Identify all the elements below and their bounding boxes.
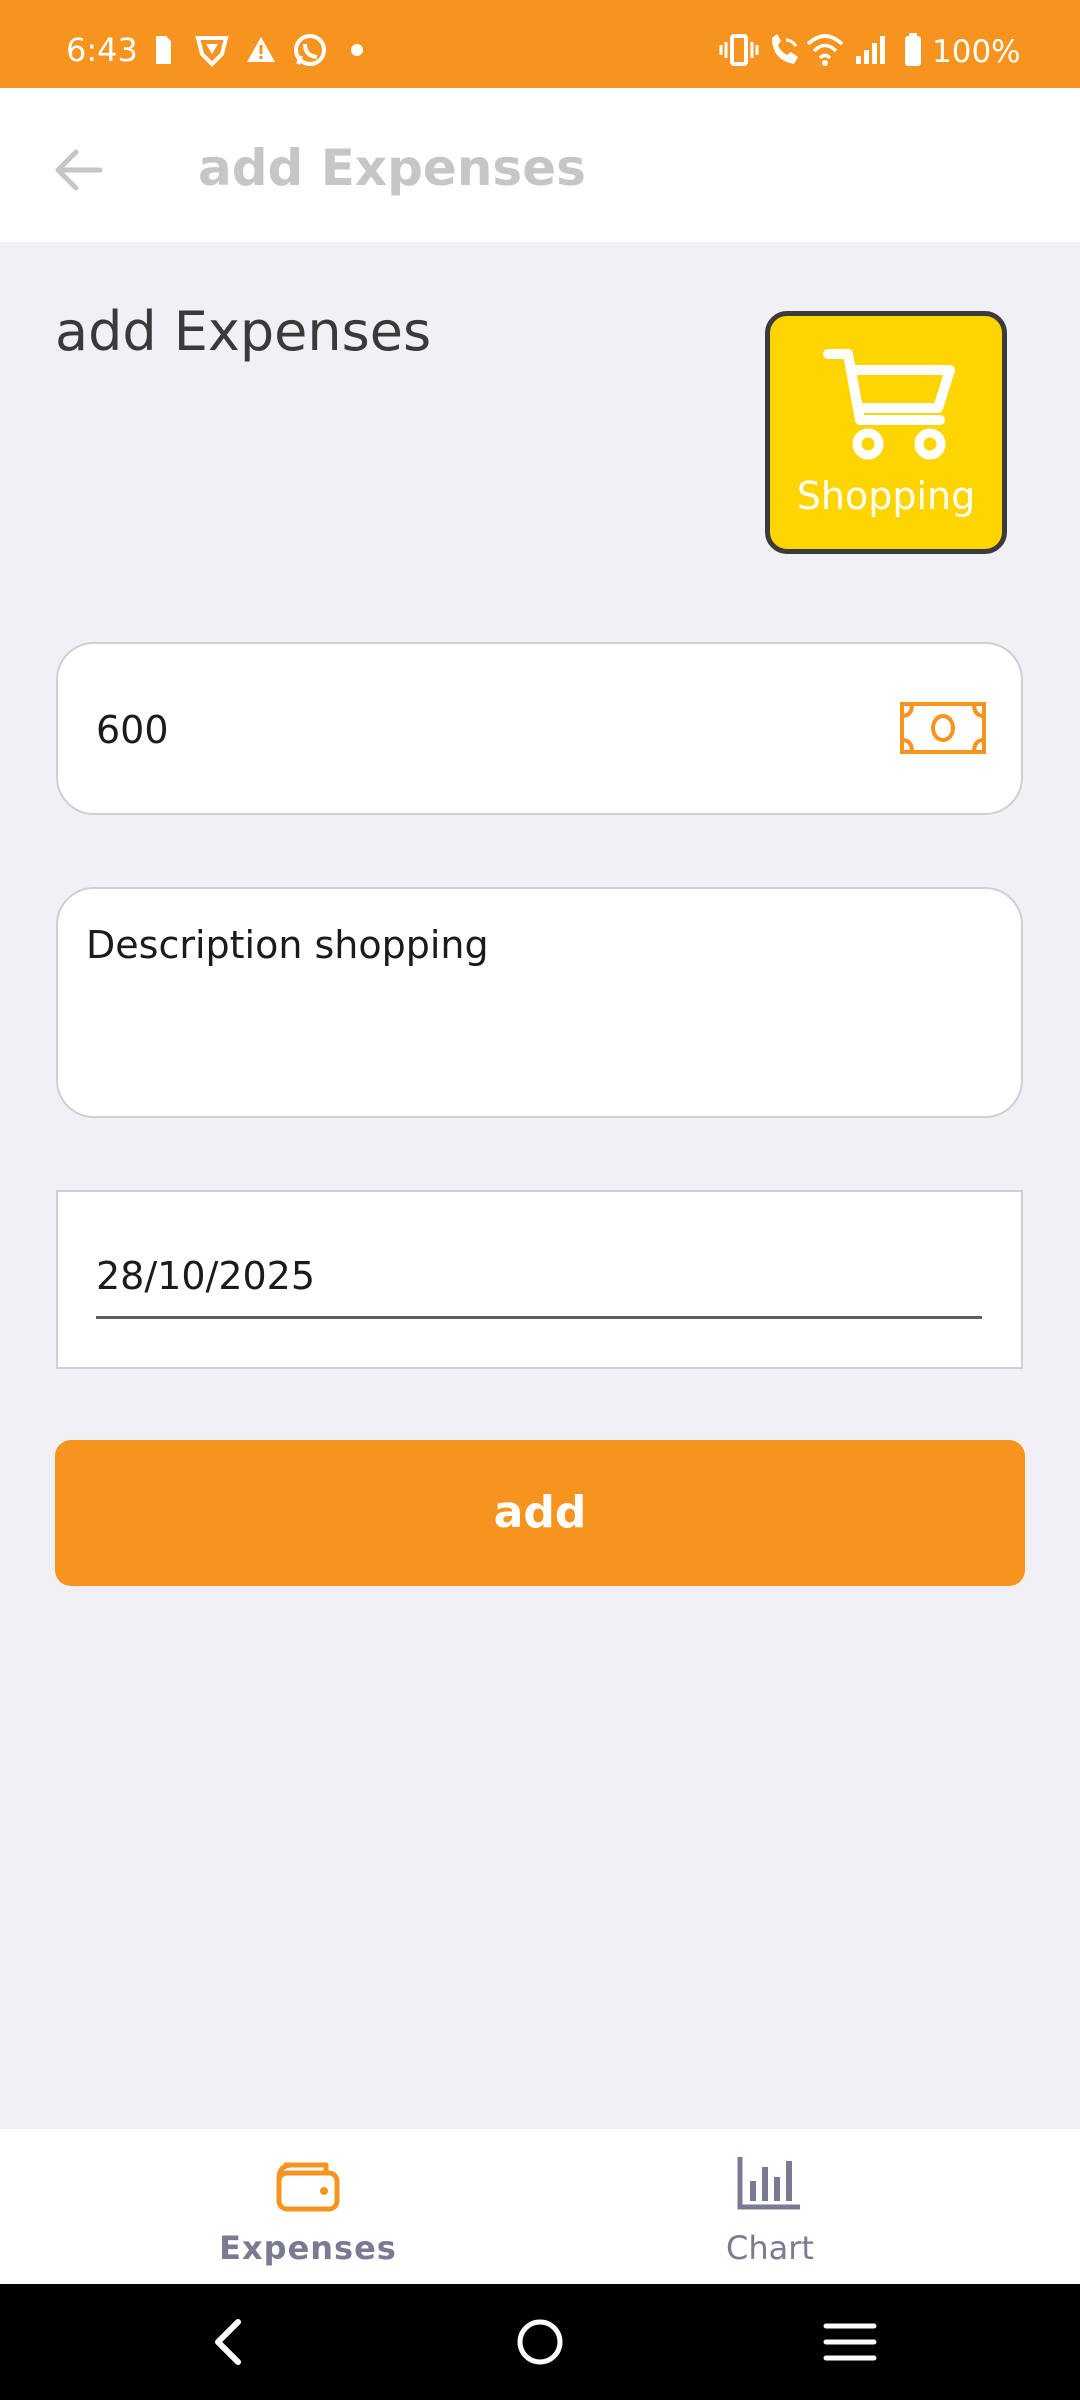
page-title: add Expenses <box>55 300 432 363</box>
dot-icon <box>351 44 363 56</box>
brave-icon <box>195 36 229 67</box>
shopping-cart-icon <box>823 349 955 460</box>
system-menu-icon[interactable] <box>820 2312 880 2372</box>
description-value: Description shopping <box>86 923 489 967</box>
app-bar: add Expenses <box>0 88 1080 242</box>
vibrate-icon <box>719 34 759 66</box>
add-button[interactable]: add <box>55 1440 1025 1586</box>
bar-chart-icon <box>737 2157 800 2210</box>
wallet-icon <box>276 2162 340 2212</box>
whatsapp-icon <box>294 34 326 66</box>
amount-value: 600 <box>96 708 169 752</box>
battery-percent: 100% <box>932 34 1021 70</box>
date-underline <box>96 1316 982 1319</box>
status-bar: 6:43 100% <box>0 0 1080 88</box>
status-time: 6:43 <box>66 31 138 69</box>
category-label: Shopping <box>796 474 976 518</box>
alert-icon <box>247 37 275 62</box>
cash-icon <box>900 702 986 754</box>
system-nav-bar <box>0 2284 1080 2400</box>
date-value: 28/10/2025 <box>96 1254 316 1298</box>
nav-label-expenses: Expenses <box>219 2229 397 2267</box>
battery-icon <box>905 33 921 66</box>
app-bar-title: add Expenses <box>198 139 586 197</box>
description-field[interactable]: Description shopping <box>56 887 1023 1118</box>
amount-field[interactable]: 600 <box>56 642 1023 815</box>
category-tile-shopping[interactable]: Shopping <box>765 311 1007 554</box>
wifi-icon <box>806 34 844 66</box>
system-back-icon[interactable] <box>200 2312 260 2372</box>
date-field[interactable]: 28/10/2025 <box>56 1190 1023 1369</box>
nav-item-chart[interactable]: Chart <box>620 2129 920 2284</box>
nav-item-expenses[interactable]: Expenses <box>158 2129 458 2284</box>
nav-label-chart: Chart <box>726 2229 814 2267</box>
sim-card-icon <box>156 36 171 64</box>
wifi-call-icon <box>772 34 798 64</box>
system-home-icon[interactable] <box>510 2312 570 2372</box>
signal-icon <box>856 36 885 64</box>
arrow-left-icon[interactable] <box>48 140 108 200</box>
bottom-nav: Expenses Chart <box>0 2129 1080 2284</box>
